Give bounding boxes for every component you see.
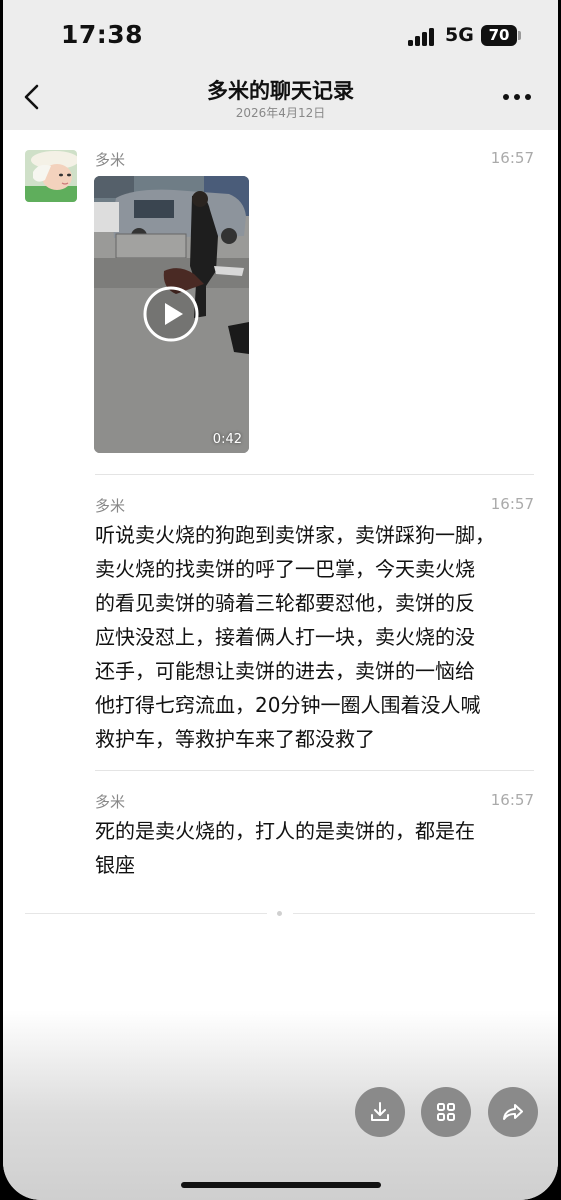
message-time: 16:57: [490, 791, 534, 809]
message-time: 16:57: [490, 149, 534, 167]
page-title: 多米的聊天记录: [207, 79, 354, 103]
message-sender: 多米: [95, 793, 126, 811]
battery-icon: 70: [481, 25, 517, 46]
phone-screen: 17:38 5G 70 多米的聊天记录 2026年4月12日 多米 16:57 …: [3, 0, 558, 1200]
message-line: 听说卖火烧的狗跑到卖饼家，卖饼踩狗一脚，: [95, 523, 495, 547]
play-icon[interactable]: [142, 285, 200, 343]
end-of-history-divider: [25, 911, 535, 916]
message-line: 银座: [95, 853, 135, 877]
nav-bar: 多米的聊天记录 2026年4月12日: [3, 64, 558, 130]
more-dots-icon[interactable]: [503, 94, 533, 102]
message-line: 救护车，等救护车来了都没救了: [95, 727, 375, 751]
bottom-fade: [3, 1010, 558, 1200]
share-icon: [503, 1104, 523, 1120]
home-indicator[interactable]: [181, 1182, 381, 1188]
select-button[interactable]: [421, 1087, 471, 1137]
download-icon: [371, 1102, 389, 1121]
page-subtitle: 2026年4月12日: [235, 106, 326, 120]
message-divider: [95, 474, 534, 475]
message-line: 还手，可能想让卖饼的进去，卖饼的一恼给: [95, 659, 475, 683]
message-line: 卖火烧的找卖饼的呼了一巴掌，今天卖火烧: [95, 557, 475, 581]
share-button[interactable]: [488, 1087, 538, 1137]
status-time: 17:38: [61, 20, 144, 49]
video-duration: 0:42: [212, 432, 242, 447]
network-label: 5G: [445, 24, 474, 46]
message-line: 的看见卖饼的骑着三轮都要怼他，卖饼的反: [95, 591, 475, 615]
message-text[interactable]: 死的是卖火烧的，打人的是卖饼的，都是在 银座: [95, 814, 537, 882]
message-sender: 多米: [95, 497, 126, 515]
grid-icon: [437, 1103, 455, 1121]
message-line: 死的是卖火烧的，打人的是卖饼的，都是在: [95, 819, 475, 843]
message-text[interactable]: 听说卖火烧的狗跑到卖饼家，卖饼踩狗一脚， 卖火烧的找卖饼的呼了一巴掌，今天卖火烧…: [95, 518, 537, 756]
message-time: 16:57: [490, 495, 534, 513]
status-bar: 17:38 5G 70: [3, 0, 558, 64]
avatar[interactable]: [25, 150, 77, 202]
message-line: 应快没怼上，接着俩人打一块，卖火烧的没: [95, 625, 475, 649]
download-button[interactable]: [355, 1087, 405, 1137]
signal-icon: [408, 26, 438, 46]
battery-cap: [518, 31, 521, 40]
message-sender: 多米: [95, 151, 126, 169]
message-divider: [95, 770, 534, 771]
message-line: 他打得七窍流血，20分钟一圈人围着没人喊: [95, 693, 481, 717]
video-message[interactable]: 0:42: [94, 176, 249, 453]
